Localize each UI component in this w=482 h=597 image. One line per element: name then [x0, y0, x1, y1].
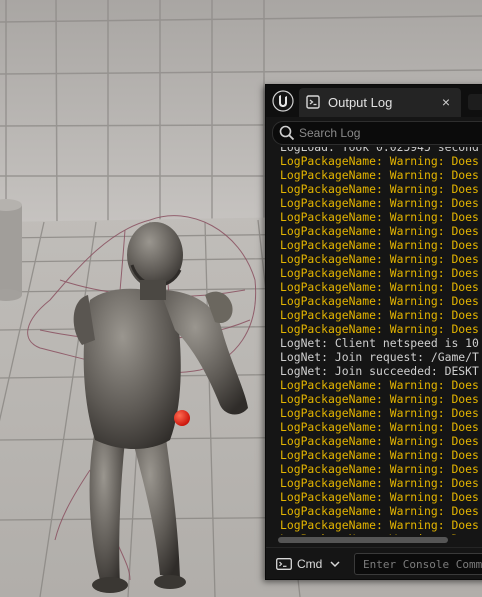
log-line: LogPackageName: Warning: Does [280, 182, 479, 196]
log-line: LogPackageName: Warning: Does [280, 252, 479, 266]
cmd-label: Cmd [297, 557, 323, 571]
log-line: LogPackageName: Warning: Does [280, 378, 479, 392]
log-line: LogPackageName: Warning: Does [280, 532, 479, 535]
log-line: LogPackageName: Warning: Does [280, 392, 479, 406]
tab-bar: Output Log × [266, 85, 482, 117]
search-icon [279, 125, 295, 141]
log-list[interactable]: LogLoad: Took 0.025945 second LogPackageN… [280, 147, 482, 535]
log-line: LogPackageName: Warning: Does [280, 448, 479, 462]
log-line: LogPackageName: Warning: Does [280, 476, 479, 490]
log-line: LogPackageName: Warning: Does [280, 308, 479, 322]
log-line: LogNet: Join succeeded: DESKT [280, 364, 479, 378]
log-line: LogNet: Client netspeed is 10 [280, 336, 479, 350]
chevron-down-icon [330, 561, 340, 568]
log-line: LogPackageName: Warning: Does [280, 238, 479, 252]
log-line: LogPackageName: Warning: Does [280, 406, 479, 420]
log-line: LogPackageName: Warning: Does [280, 210, 479, 224]
output-log-window[interactable]: Output Log × LogLoad: Took 0.025945 seco… [265, 84, 482, 580]
console-command-input[interactable] [354, 553, 482, 575]
log-line: LogPackageName: Warning: Does [280, 280, 479, 294]
search-box[interactable] [272, 121, 482, 145]
log-line: LogPackageName: Warning: Does [280, 168, 479, 182]
search-input[interactable] [299, 122, 482, 144]
tab-output-log[interactable]: Output Log × [299, 88, 461, 117]
red-sphere-marker [174, 410, 190, 426]
log-line: LogPackageName: Warning: Does [280, 294, 479, 308]
horizontal-scrollbar[interactable] [278, 537, 448, 543]
log-line: LogPackageName: Warning: Does [280, 266, 479, 280]
cmd-dropdown-button[interactable]: Cmd [274, 553, 346, 575]
log-line: LogPackageName: Warning: Does [280, 322, 479, 336]
close-icon[interactable]: × [439, 93, 453, 111]
log-line: LogPackageName: Warning: Does [280, 224, 479, 238]
options-icon[interactable] [466, 90, 482, 112]
console-icon [276, 558, 292, 570]
log-line: LogPackageName: Warning: Does [280, 518, 479, 532]
log-line: LogPackageName: Warning: Does [280, 504, 479, 518]
log-line: LogPackageName: Warning: Does [280, 434, 479, 448]
log-line: LogNet: Join request: /Game/T [280, 350, 479, 364]
cylinder-pillar [0, 199, 22, 301]
log-line: LogPackageName: Warning: Does [280, 196, 479, 210]
log-line: LogPackageName: Warning: Does [280, 420, 479, 434]
log-line: LogPackageName: Warning: Does [280, 462, 479, 476]
log-line: LogPackageName: Warning: Does [280, 490, 479, 504]
output-log-icon [306, 95, 320, 109]
console-bar: Cmd [266, 547, 482, 579]
tab-label: Output Log [328, 95, 393, 110]
unreal-logo-icon[interactable] [272, 90, 294, 112]
log-line: LogLoad: Took 0.025945 second [280, 147, 479, 154]
log-line: LogPackageName: Warning: Does [280, 154, 479, 168]
